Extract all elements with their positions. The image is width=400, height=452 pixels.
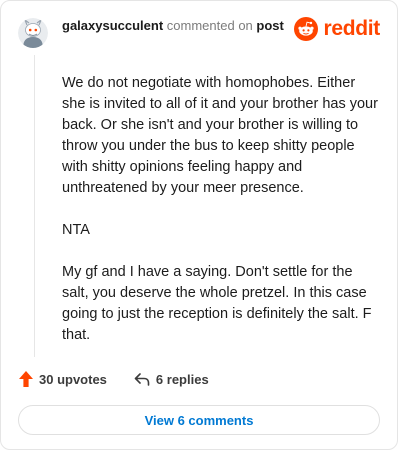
- view-comments-button[interactable]: View 6 comments: [18, 405, 380, 435]
- comment-header: galaxysucculent commented on post reddit: [18, 15, 380, 51]
- upvote-button[interactable]: 30 upvotes: [19, 371, 107, 387]
- comment-paragraph: My gf and I have a saying. Don't settle …: [62, 264, 372, 343]
- thread-line[interactable]: [34, 55, 35, 357]
- comment-card: galaxysucculent commented on post reddit…: [0, 0, 398, 450]
- comment-body: We do not negotiate with homophobes. Eit…: [62, 73, 379, 367]
- reddit-wordmark: reddit: [323, 17, 380, 40]
- reddit-alien-icon: [294, 17, 319, 41]
- reply-arrow-icon: [134, 373, 150, 386]
- user-avatar[interactable]: [18, 18, 48, 48]
- reddit-logo[interactable]: reddit: [294, 17, 380, 41]
- comment-paragraph: We do not negotiate with homophobes. Eit…: [62, 75, 378, 196]
- replies-button[interactable]: 6 replies: [134, 372, 209, 387]
- comment-actions: 30 upvotes 6 replies: [19, 371, 209, 387]
- comment-meta: galaxysucculent commented on post: [62, 18, 284, 34]
- reply-count: 6 replies: [155, 371, 209, 387]
- upvote-count: 30 upvotes: [39, 371, 107, 387]
- upvote-arrow-icon: [19, 371, 33, 387]
- commented-on-text: commented on: [166, 18, 253, 33]
- snoo-avatar-icon: [18, 18, 48, 48]
- author-name[interactable]: galaxysucculent: [62, 18, 163, 33]
- post-link[interactable]: post: [256, 18, 283, 33]
- comment-paragraph: NTA: [62, 222, 90, 238]
